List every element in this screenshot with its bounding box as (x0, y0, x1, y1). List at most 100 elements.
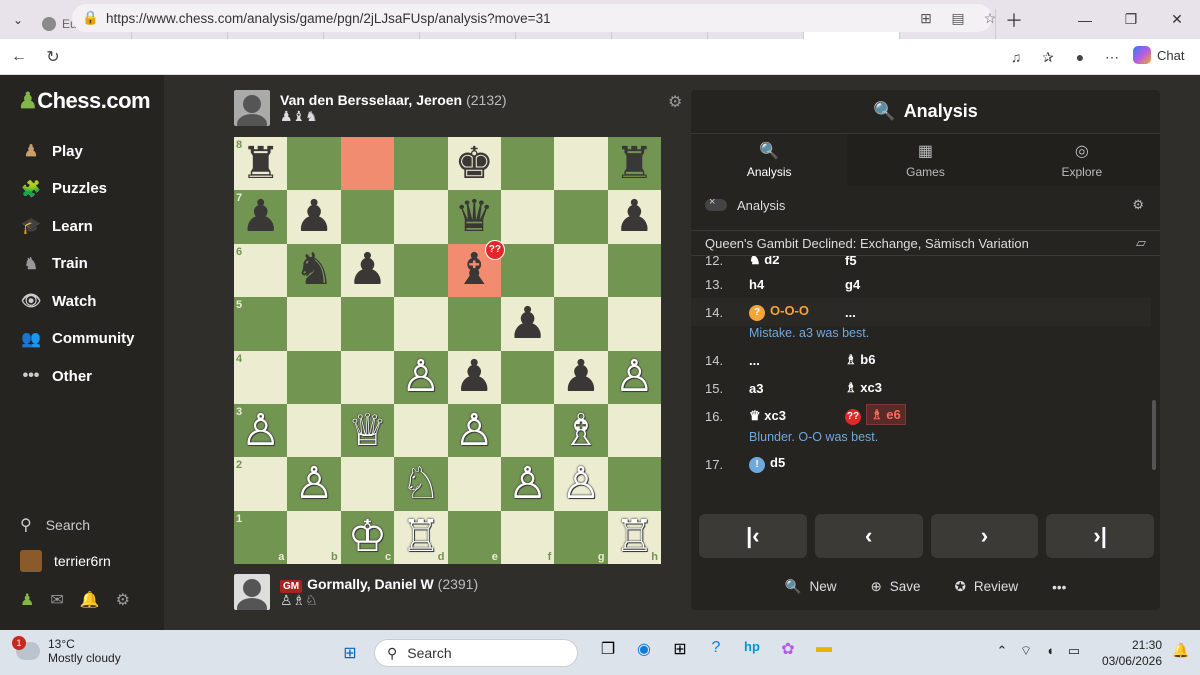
sidebar-item-train[interactable]: ♞ Train (20, 253, 88, 275)
sidebar-item-play[interactable]: ♟ Play (20, 140, 83, 162)
task-view-icon[interactable]: ❐ (590, 639, 626, 659)
square-f1[interactable]: f (500, 510, 555, 564)
board-settings-gear-icon[interactable]: ⚙ (668, 92, 682, 112)
chess-board[interactable]: 8 ♜ ♚ ♜ 7 ♟ ♟ ♛ ♟ 6 ♞ ♟ ♝?? 5 ♟ 4 ♙ ♟ ♟ ♙ 3 ♙ ♕ ♙ ♗ 2 ♙ ♘ ♙ ♙ 1 a b c ♔ d ♖ e… (234, 137, 661, 564)
square-h3[interactable] (607, 403, 661, 458)
tray-chevron-icon[interactable]: ⌃ (990, 643, 1014, 659)
square-d6[interactable] (394, 243, 448, 298)
black-knight-icon[interactable]: ♞ (294, 248, 333, 292)
sidebar-user[interactable]: terrier6rn (20, 550, 111, 572)
square-b1[interactable]: b (287, 510, 341, 564)
square-c4[interactable] (340, 350, 395, 404)
tab-explore[interactable]: ◎ Explore (1003, 134, 1160, 186)
app-install-icon[interactable]: ⊞ (910, 10, 942, 27)
copilot-taskbar-icon[interactable]: ✿ (770, 639, 806, 659)
black-move[interactable]: ♗ b6 (845, 352, 875, 368)
edge-icon[interactable]: ◉ (626, 639, 662, 659)
square-d2[interactable]: ♘ (394, 457, 448, 511)
taskbar-clock[interactable]: 21:30 03/06/2026 (1098, 637, 1162, 669)
white-pawn-icon[interactable]: ♙ (401, 355, 440, 399)
square-e4[interactable]: ♟ (447, 350, 501, 404)
square-e3[interactable]: ♙ (447, 403, 501, 458)
black-pawn-icon[interactable]: ♟ (348, 248, 387, 292)
move-row[interactable]: 15. a3 ♗ xc3 (691, 374, 1151, 402)
square-c1[interactable]: c ♔ (340, 510, 395, 564)
square-h2[interactable] (607, 457, 661, 511)
tab-games[interactable]: ▦ Games (847, 134, 1004, 186)
square-a1[interactable]: 1a (234, 510, 288, 564)
move-row[interactable]: 14. ? O-O-O ... (691, 298, 1151, 326)
black-rook-icon[interactable]: ♜ (241, 141, 280, 186)
messages-icon[interactable]: ✉ (50, 590, 63, 610)
square-b5[interactable] (287, 297, 341, 351)
weather-widget[interactable]: 1 13°C Mostly cloudy (12, 636, 121, 665)
move-list-scrollbar[interactable] (1152, 400, 1156, 470)
tab-list-chevron-icon[interactable]: ⌄ (0, 0, 36, 39)
square-d5[interactable] (394, 297, 448, 351)
windows-start-icon[interactable]: ⊞ (336, 639, 364, 667)
square-f2[interactable]: ♙ (500, 457, 555, 511)
square-d7[interactable] (394, 190, 448, 244)
square-b4[interactable] (287, 350, 341, 404)
black-queen-icon[interactable]: ♛ (454, 195, 493, 239)
next-move-button[interactable]: › (930, 514, 1039, 558)
white-rook-icon[interactable]: ♖ (615, 515, 654, 559)
white-move[interactable]: ♛ xc3 (749, 408, 845, 424)
white-pawn-icon[interactable]: ♙ (294, 461, 333, 506)
black-move[interactable]: ... (845, 305, 856, 320)
square-h7[interactable]: ♟ (607, 190, 661, 244)
white-move[interactable]: ? O-O-O (749, 303, 845, 321)
move-row[interactable]: 16. ♛ xc3 ?? ♗ e6 (691, 402, 1151, 430)
minimize-button[interactable]: — (1062, 12, 1108, 28)
square-a3[interactable]: 3 ♙ (234, 403, 288, 458)
friends-icon[interactable]: ♟ (20, 590, 34, 610)
url-input[interactable]: 🔒 https://www.chess.com/analysis/game/pg… (72, 4, 992, 32)
black-pawn-icon[interactable]: ♟ (561, 355, 600, 399)
square-e7[interactable]: ♛ (447, 190, 501, 244)
square-a8[interactable]: 8 ♜ (234, 137, 288, 191)
sidebar-item-puzzles[interactable]: 🧩 Puzzles (20, 178, 107, 200)
square-g6[interactable] (554, 243, 608, 298)
white-move[interactable]: ♞ d2 (749, 256, 845, 268)
square-g2[interactable]: ♙ (554, 457, 608, 511)
square-b6[interactable]: ♞ (287, 243, 341, 298)
square-e1[interactable]: e (447, 510, 501, 564)
close-window-button[interactable]: ✕ (1154, 11, 1200, 28)
sidebar-item-learn[interactable]: 🎓 Learn (20, 215, 93, 237)
white-bishop-icon[interactable]: ♗ (561, 408, 600, 453)
notifications-icon[interactable]: 🔔 (80, 590, 100, 610)
square-c6[interactable]: ♟ (340, 243, 395, 298)
black-move[interactable]: ♗ xc3 (845, 380, 882, 396)
refresh-icon[interactable]: ↻ (38, 47, 68, 67)
review-button[interactable]: ✪ Review (955, 579, 1019, 595)
sidebar-search[interactable]: ⚲ Search (20, 515, 90, 535)
square-a6[interactable]: 6 (234, 243, 288, 298)
bottom-player-name[interactable]: Gormally, Daniel W (307, 576, 434, 592)
favorites-icon[interactable]: ✰ (1032, 49, 1064, 66)
square-b2[interactable]: ♙ (287, 457, 341, 511)
square-d8[interactable] (394, 137, 448, 191)
square-e6[interactable]: ♝?? (447, 239, 505, 298)
white-move[interactable]: ! d5 (749, 455, 845, 473)
square-c7[interactable] (340, 190, 395, 244)
square-a2[interactable]: 2 (234, 457, 288, 511)
square-a7[interactable]: 7 ♟ (234, 190, 288, 244)
maximize-button[interactable]: ❐ (1108, 11, 1154, 28)
square-f6[interactable] (500, 243, 555, 298)
white-pawn-icon[interactable]: ♙ (508, 461, 547, 506)
save-button[interactable]: ⊕ Save (870, 579, 920, 595)
prev-move-button[interactable]: ‹ (814, 514, 923, 558)
square-e2[interactable] (447, 457, 501, 511)
sidebar-item-community[interactable]: 👥 Community (20, 328, 134, 350)
settings-icon[interactable]: ⚙ (116, 590, 130, 610)
square-f3[interactable] (500, 403, 555, 458)
square-h5[interactable] (607, 297, 661, 351)
square-b8[interactable] (287, 137, 341, 191)
white-move[interactable]: a3 (749, 381, 845, 396)
square-h1[interactable]: h ♖ (607, 510, 661, 564)
square-c8[interactable] (340, 137, 395, 191)
square-d3[interactable] (394, 403, 448, 458)
black-pawn-icon[interactable]: ♟ (508, 301, 547, 346)
square-c3[interactable]: ♕ (340, 403, 395, 458)
white-move[interactable]: h4 (749, 277, 845, 292)
